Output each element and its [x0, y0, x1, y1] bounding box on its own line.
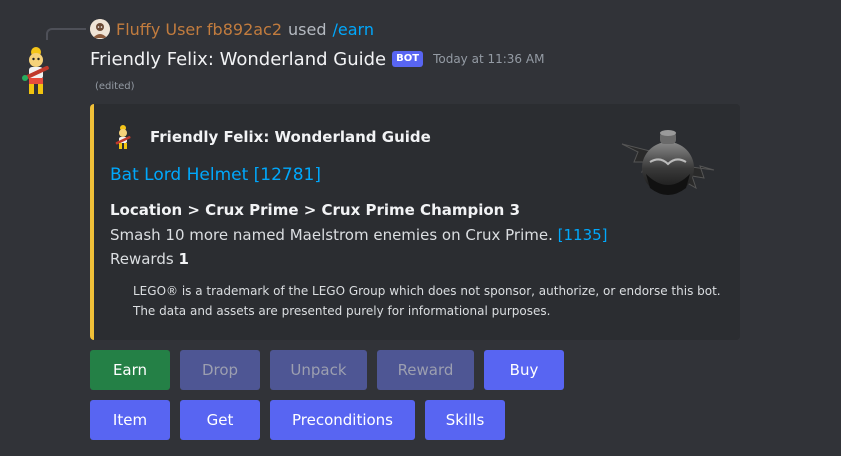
rewards-label: Rewards [110, 250, 174, 268]
action-row-1: Earn Drop Unpack Reward Buy [90, 350, 564, 390]
embed-title-link[interactable]: Bat Lord Helmet [12781] [110, 165, 321, 185]
embed-author-name: Friendly Felix: Wonderland Guide [150, 128, 431, 146]
action-row-2: Item Get Preconditions Skills [90, 400, 505, 440]
bot-avatar[interactable] [16, 44, 56, 96]
embed-description-text: Smash 10 more named Maelstrom enemies on… [110, 226, 553, 244]
get-button[interactable]: Get [180, 400, 260, 440]
embed-description-link[interactable]: [1135] [558, 226, 608, 244]
embed-location-field: Location > Crux Prime > Crux Prime Champ… [110, 201, 521, 219]
reply-connector-line [46, 28, 86, 40]
bat-lord-helmet-image[interactable] [616, 122, 720, 206]
message-author[interactable]: Friendly Felix: Wonderland Guide [90, 49, 386, 70]
earn-button[interactable]: Earn [90, 350, 170, 390]
buy-button[interactable]: Buy [484, 350, 564, 390]
reply-context[interactable]: Fluffy User fb892ac2 used /earn [90, 18, 374, 40]
embed-footer-text: LEGO® is a trademark of the LEGO Group w… [133, 284, 721, 318]
item-button[interactable]: Item [90, 400, 170, 440]
reward-button[interactable]: Reward [377, 350, 474, 390]
embed-accent-bar [90, 104, 94, 340]
reply-command[interactable]: /earn [333, 20, 374, 39]
reply-user-avatar[interactable] [90, 19, 110, 39]
embed-author-icon [112, 124, 136, 150]
skills-button[interactable]: Skills [425, 400, 505, 440]
preconditions-button[interactable]: Preconditions [270, 400, 415, 440]
edited-label: (edited) [95, 81, 135, 92]
drop-button[interactable]: Drop [180, 350, 260, 390]
message-timestamp[interactable]: Today at 11:36 AM [433, 52, 544, 66]
unpack-button[interactable]: Unpack [270, 350, 367, 390]
message-header: Friendly Felix: Wonderland Guide BOT Tod… [90, 46, 544, 72]
embed-author: Friendly Felix: Wonderland Guide [112, 124, 431, 150]
embed-card: Friendly Felix: Wonderland Guide Bat Lor… [90, 104, 740, 340]
embed-description: Smash 10 more named Maelstrom enemies on… [110, 226, 608, 244]
embed-rewards: Rewards 1 [110, 250, 189, 268]
reply-username[interactable]: Fluffy User fb892ac2 [116, 20, 282, 39]
rewards-value: 1 [178, 250, 189, 268]
bot-tag-badge: BOT [392, 51, 424, 67]
reply-used-text: used [288, 19, 327, 39]
